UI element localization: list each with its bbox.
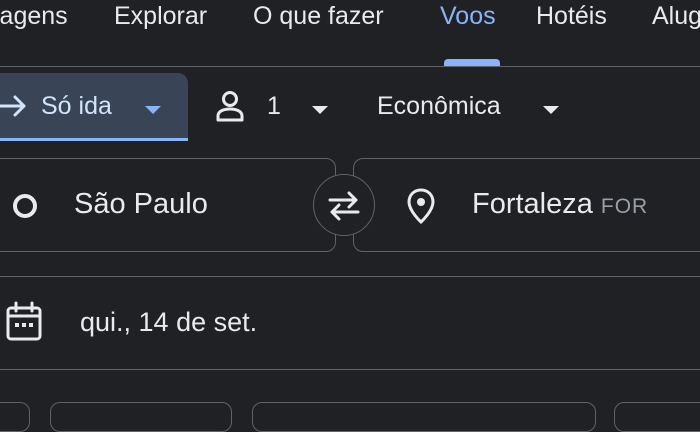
departure-date-field[interactable]: qui., 14 de set. [0,276,700,370]
filter-chip[interactable] [0,402,30,432]
filter-chip[interactable] [50,402,232,432]
origin-field[interactable]: São Paulo [0,158,336,252]
passengers-select[interactable]: 1 [205,80,335,136]
filter-chip[interactable] [252,402,596,432]
tab-o-que-fazer[interactable]: O que fazer [253,2,384,31]
passengers-count: 1 [267,92,281,120]
top-nav: iagens Explorar O que fazer Voos Hotéis … [0,0,700,67]
calendar-icon [4,301,44,348]
destination-code: FOR [600,195,649,218]
tab-voos[interactable]: Voos [440,2,496,31]
trip-type-label: Só ida [41,92,112,120]
tab-hoteis[interactable]: Hotéis [536,2,607,31]
person-icon [215,90,245,127]
destination-city: Fortaleza [472,188,593,220]
tab-viagens[interactable]: iagens [0,2,68,31]
arrow-right-icon [0,89,30,128]
filter-chip[interactable] [614,402,700,432]
location-pin-icon [406,187,436,230]
swap-button[interactable] [313,174,375,236]
circle-icon [11,192,39,225]
caret-down-icon [542,102,560,120]
departure-date-value: qui., 14 de set. [80,307,258,337]
destination-value: Fortaleza FOR [472,188,648,221]
tab-alugueis[interactable]: Alug [652,2,700,31]
cabin-class-label: Econômica [377,92,501,120]
caret-down-icon [311,102,329,120]
caret-down-icon [144,102,162,120]
cabin-class-select[interactable]: Econômica [365,80,575,136]
destination-field[interactable]: Fortaleza FOR [353,158,700,252]
tab-explorar[interactable]: Explorar [114,2,207,31]
active-tab-indicator [444,59,500,66]
origin-value: São Paulo [74,188,208,220]
trip-type-select[interactable]: Só ida [0,73,188,141]
